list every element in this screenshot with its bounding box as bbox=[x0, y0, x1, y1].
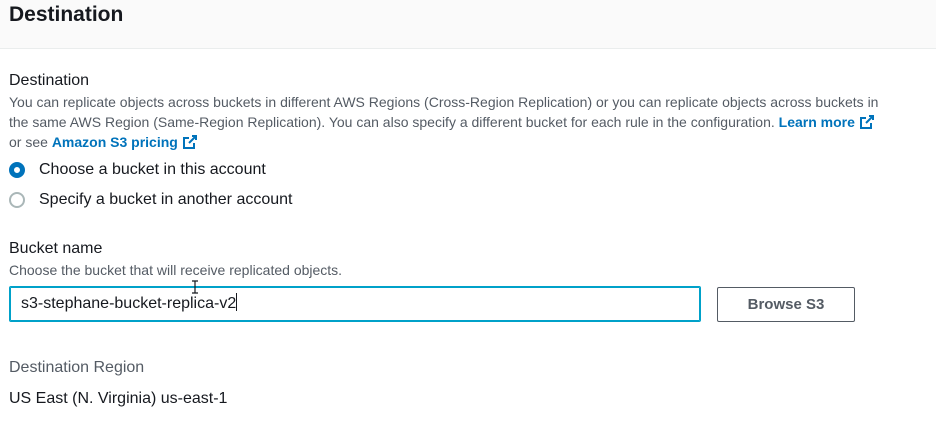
bucket-name-value: s3-stephane-bucket-replica-v2 bbox=[21, 295, 237, 312]
destination-description: You can replicate objects across buckets… bbox=[9, 92, 934, 152]
description-line-3: or see Amazon S3 pricing bbox=[9, 132, 934, 152]
radio-option-this-account[interactable]: Choose a bucket in this account bbox=[9, 159, 266, 181]
radio-label: Specify a bucket in another account bbox=[39, 191, 293, 208]
text-caret bbox=[236, 293, 238, 311]
page: Destination Destination You can replicat… bbox=[0, 0, 936, 428]
external-link-icon bbox=[859, 115, 874, 129]
browse-s3-button[interactable]: Browse S3 bbox=[717, 287, 855, 322]
bucket-name-hint: Choose the bucket that will receive repl… bbox=[9, 262, 343, 278]
destination-label: Destination bbox=[9, 72, 90, 89]
destination-region-value: US East (N. Virginia) us-east-1 bbox=[9, 390, 228, 407]
pricing-link[interactable]: Amazon S3 pricing bbox=[52, 134, 198, 150]
description-text: the same AWS Region (Same-Region Replica… bbox=[9, 114, 775, 130]
radio-button[interactable] bbox=[9, 192, 25, 208]
destination-region-label: Destination Region bbox=[9, 359, 145, 376]
learn-more-label: Learn more bbox=[778, 114, 855, 130]
section-title: Destination bbox=[9, 3, 124, 26]
description-line-1: You can replicate objects across buckets… bbox=[9, 94, 879, 110]
learn-more-link[interactable]: Learn more bbox=[779, 114, 875, 130]
radio-option-another-account[interactable]: Specify a bucket in another account bbox=[9, 189, 293, 211]
radio-label: Choose a bucket in this account bbox=[39, 161, 266, 178]
bucket-name-input[interactable]: s3-stephane-bucket-replica-v2 bbox=[9, 286, 701, 322]
external-link-icon bbox=[182, 135, 197, 149]
mouse-ibeam-cursor-icon bbox=[192, 280, 198, 294]
pricing-link-label: Amazon S3 pricing bbox=[51, 134, 178, 150]
section-header: Destination bbox=[0, 0, 936, 49]
description-line-2: the same AWS Region (Same-Region Replica… bbox=[9, 112, 934, 132]
description-text-see: or see bbox=[9, 134, 48, 150]
bucket-name-label: Bucket name bbox=[9, 240, 103, 257]
radio-button-selected[interactable] bbox=[9, 162, 25, 178]
